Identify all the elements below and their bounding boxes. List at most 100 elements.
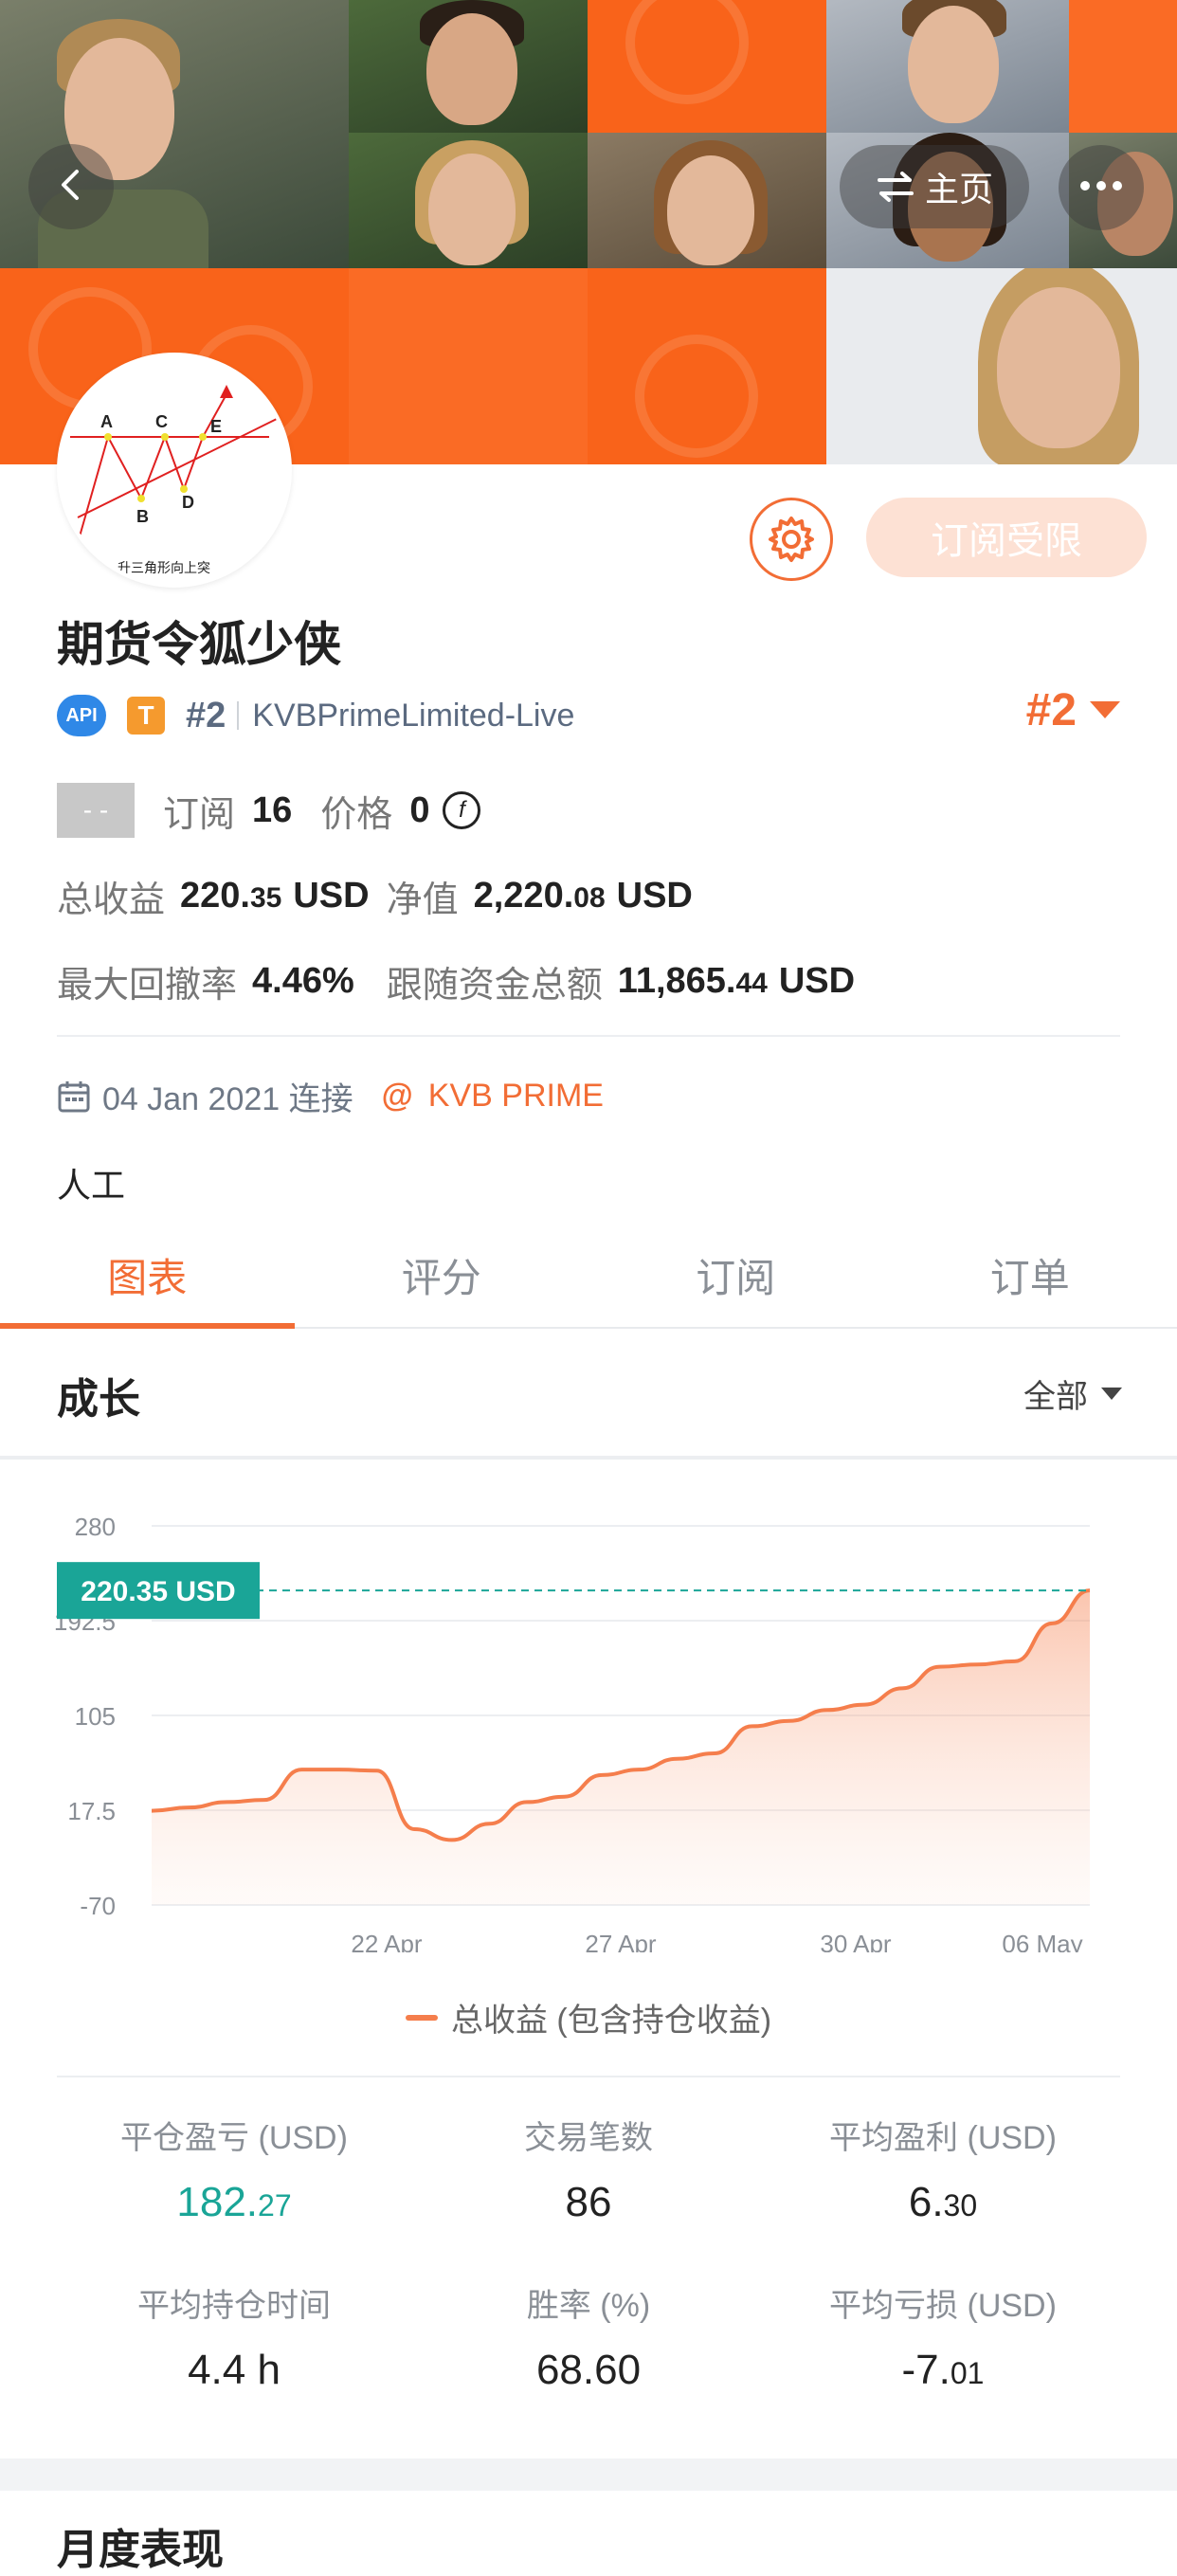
avatar-triangle-pattern-icon: A C E B D 升三角形向上突 <box>61 356 288 584</box>
t-badge: T <box>127 697 165 735</box>
cover-photo <box>349 133 588 268</box>
metric-value: -7.01 <box>766 2347 1120 2394</box>
strategy-tag: 人工 <box>57 1158 125 1207</box>
x-tick-label: 06 May <box>1002 1930 1082 1952</box>
connection-row: 04 Jan 2021 连接 @ KVB PRIME <box>57 1073 604 1119</box>
more-button[interactable] <box>1059 145 1144 230</box>
subscribe-restricted-button[interactable]: 订阅受限 <box>866 498 1147 577</box>
api-badge: API <box>57 695 106 736</box>
x-tick-label: 27 Apr <box>585 1930 657 1952</box>
calendar-icon <box>57 1079 91 1114</box>
legend-label: 总收益 (包含持仓收益) <box>451 1994 771 2041</box>
current-value-label: 220.35 USD <box>81 1576 235 1607</box>
section-divider <box>0 2458 1177 2491</box>
metric-value: 68.60 <box>411 2347 766 2394</box>
y-tick-label: 105 <box>75 1702 116 1731</box>
drawdown-funds-row: 最大回撤率 4.46% 跟随资金总额 11,865.44 USD <box>57 955 855 1007</box>
avatar[interactable]: A C E B D 升三角形向上突 <box>57 353 292 588</box>
rank-small: #2 <box>186 696 226 736</box>
metric-label: 胜率 (%) <box>411 2279 766 2326</box>
metric-label: 平仓盈亏 (USD) <box>57 2112 411 2158</box>
follow-funds-unit: USD <box>779 961 855 1002</box>
x-tick-label: 22 Apr <box>351 1930 423 1952</box>
profit-equity-row: 总收益 220.35 USD 净值 2,220.08 USD <box>57 870 693 922</box>
legend-swatch <box>406 2015 438 2021</box>
range-dropdown[interactable]: 全部 <box>1023 1370 1122 1417</box>
y-tick-label: 280 <box>75 1513 116 1541</box>
metric-avg-loss: 平均亏损 (USD) -7.01 <box>766 2279 1120 2394</box>
tab-rating[interactable]: 评分 <box>295 1223 589 1327</box>
trader-meta-row: API T #2 KVBPrimeLimited-Live <box>57 692 574 739</box>
equity-value: 2,220.08 <box>474 876 606 916</box>
coin-icon: f <box>443 791 480 829</box>
settings-button[interactable] <box>750 498 833 581</box>
subscribe-count-value: 16 <box>252 790 292 831</box>
subscribe-label: 订阅受限 <box>931 510 1082 565</box>
rank-big-label: #2 <box>1026 684 1077 736</box>
divider <box>57 2076 1120 2077</box>
metric-avg-profit: 平均盈利 (USD) 6.30 <box>766 2112 1120 2226</box>
svg-text:B: B <box>136 507 149 526</box>
metric-avg-hold-time: 平均持仓时间 4.4 h <box>57 2279 411 2394</box>
broker-name: KVB PRIME <box>428 1078 604 1115</box>
metric-value: 86 <box>411 2179 766 2226</box>
price-value: 0 <box>409 790 429 831</box>
cover-pattern <box>1069 0 1177 133</box>
home-button[interactable]: 主页 <box>840 145 1029 228</box>
total-profit-value: 220.35 <box>180 876 281 916</box>
metric-value: 6.30 <box>766 2179 1120 2226</box>
triangle-down-icon <box>1090 701 1120 720</box>
metric-trade-count: 交易笔数 86 <box>411 2112 766 2226</box>
cover-pattern <box>349 268 588 464</box>
metric-label: 平均盈利 (USD) <box>766 2112 1120 2158</box>
follow-funds-value: 11,865.44 <box>618 961 768 1002</box>
follow-funds-label: 跟随资金总额 <box>387 955 603 1007</box>
y-tick-label: 17.5 <box>67 1797 116 1825</box>
metric-value: 4.4 h <box>57 2347 411 2394</box>
equity-unit: USD <box>617 876 693 916</box>
metrics-grid: 平仓盈亏 (USD) 182.27 交易笔数 86 平均盈利 (USD) 6.3… <box>57 2112 1120 2394</box>
svg-text:A: A <box>100 412 113 431</box>
back-button[interactable] <box>28 144 114 229</box>
metric-win-rate: 胜率 (%) 68.60 <box>411 2279 766 2394</box>
metric-value: 182.27 <box>57 2179 411 2226</box>
cover-pattern <box>588 268 826 464</box>
connection-date: 04 Jan 2021 连接 <box>102 1073 353 1119</box>
monthly-performance-title: 月度表现 <box>57 2515 224 2576</box>
placeholder-box: - - <box>57 783 135 838</box>
growth-title: 成长 <box>57 1365 140 1425</box>
equity-label: 净值 <box>387 870 459 922</box>
metric-closed-pnl: 平仓盈亏 (USD) 182.27 <box>57 2112 411 2226</box>
range-label: 全部 <box>1023 1370 1088 1417</box>
x-tick-label: 30 Apr <box>820 1930 892 1952</box>
metric-label: 交易笔数 <box>411 2112 766 2158</box>
total-profit-unit: USD <box>293 876 369 916</box>
total-profit-label: 总收益 <box>57 870 165 922</box>
tab-chart[interactable]: 图表 <box>0 1223 295 1327</box>
metric-label: 平均持仓时间 <box>57 2279 411 2326</box>
at-icon: @ <box>382 1078 413 1115</box>
gear-icon <box>765 513 818 566</box>
cover-pattern <box>588 0 826 133</box>
subscription-stats-row: - - 订阅 16 价格 0 f <box>57 783 480 838</box>
swap-arrows-icon <box>876 170 915 204</box>
home-label: 主页 <box>925 162 993 211</box>
cover-photo <box>826 268 1177 464</box>
cover-photo <box>588 133 826 268</box>
growth-chart[interactable]: 280192.510517.5-70220.35 USD22 Apr27 Apr… <box>0 1478 1177 1952</box>
triangle-down-icon <box>1101 1388 1122 1401</box>
tab-subscription[interactable]: 订阅 <box>588 1223 883 1327</box>
rank-dropdown[interactable]: #2 <box>1026 684 1120 736</box>
svg-text:E: E <box>210 417 222 436</box>
broker-link[interactable]: @ KVB PRIME <box>382 1078 604 1115</box>
series-area <box>152 1590 1090 1905</box>
cover-photo <box>826 0 1069 133</box>
subscribe-count-label: 订阅 <box>163 785 235 837</box>
cover-photo <box>0 0 349 268</box>
tab-bar: 图表 评分 订阅 订单 <box>0 1223 1177 1329</box>
more-dots-icon <box>1077 179 1125 197</box>
metric-label: 平均亏损 (USD) <box>766 2279 1120 2326</box>
tab-orders[interactable]: 订单 <box>883 1223 1177 1327</box>
svg-text:升三角形向上突: 升三角形向上突 <box>118 561 210 576</box>
price-label: 价格 <box>320 785 392 837</box>
